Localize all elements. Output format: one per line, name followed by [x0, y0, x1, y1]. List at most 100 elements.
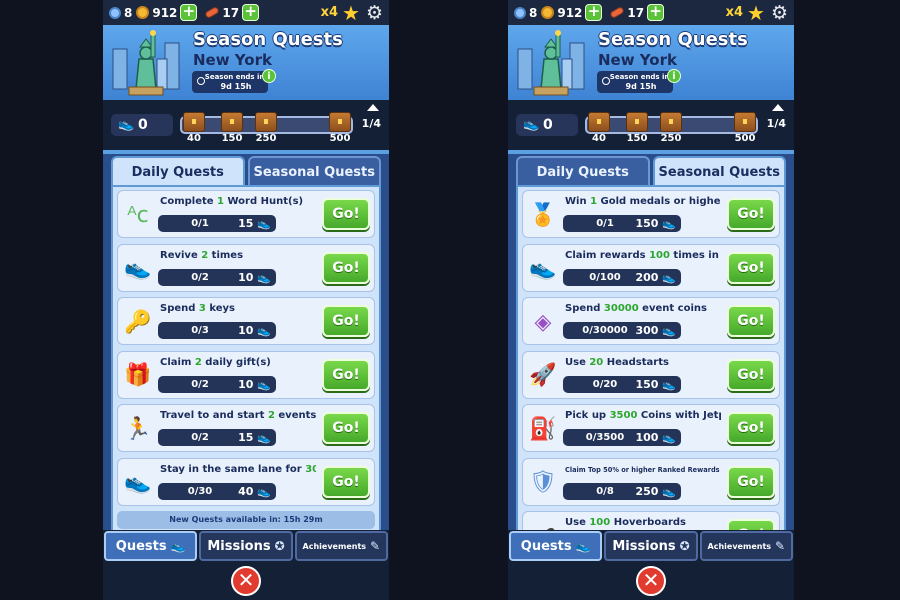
go-button[interactable]: Go! [322, 251, 370, 284]
tab-missions[interactable]: Missions ✪ [604, 531, 698, 561]
boot-icon: 👟 [170, 539, 186, 553]
milestone-label: 40 [187, 133, 201, 144]
gear-icon[interactable]: ⚙ [771, 3, 788, 22]
quest-tabs: Daily Quests Seasonal Quests [111, 156, 381, 186]
quest-target: 1 [590, 196, 598, 207]
quest-reward: 250 👟 [635, 483, 676, 500]
go-button[interactable]: Go! [322, 465, 370, 498]
quest-reward-value: 15 [238, 217, 254, 230]
quest-progress: 0/8 [596, 485, 614, 497]
quest-target: 1 [217, 196, 225, 207]
quest-list[interactable]: ᴬᴄ Complete 1 Word Hunt(s) 0/1 15 👟 Go! … [111, 185, 381, 530]
quest-row: 👟 Revive 2 times 0/2 10 👟 Go! [117, 243, 375, 292]
add-hoverboards-button[interactable]: + [647, 4, 665, 21]
chest-icon[interactable] [255, 112, 277, 132]
boot-icon: 👟 [662, 217, 676, 230]
quest-progress: 0/2 [191, 271, 209, 283]
chest-icon[interactable] [660, 112, 682, 132]
go-button[interactable]: Go! [727, 198, 775, 230]
go-button[interactable]: Go! [727, 358, 775, 391]
quest-title-text: Claim rewards [565, 249, 650, 261]
star-icon[interactable]: ★ [342, 3, 360, 23]
star-icon[interactable]: ★ [747, 3, 765, 23]
statue-of-liberty-icon [112, 30, 180, 96]
coins-count: 912 [557, 5, 583, 20]
go-button[interactable]: Go! [322, 412, 370, 444]
tab-daily-quests[interactable]: Daily Quests [111, 156, 245, 186]
go-button[interactable]: Go! [322, 358, 370, 391]
add-coins-button[interactable]: + [180, 4, 198, 21]
quest-reward: 15 👟 [238, 215, 271, 232]
go-button[interactable]: Go! [322, 305, 370, 337]
status-bar: 8 912 + 17 + x4 ★ ⚙ [508, 0, 794, 25]
quest-title: Complete 1 Word Hunt(s) [160, 196, 316, 207]
gear-icon[interactable]: ⚙ [366, 3, 383, 22]
close-button[interactable]: ✕ [636, 566, 666, 596]
scroll-up-arrow-icon[interactable] [772, 104, 784, 111]
tab-achievements[interactable]: Achievements ✎ [699, 531, 793, 561]
tab-seasonal-quests[interactable]: Seasonal Quests [247, 156, 381, 186]
page-title: Season Quests [193, 29, 343, 50]
tab-missions-label: Missions [612, 538, 676, 554]
season-header: Season Quests New York Season ends in: 9… [103, 25, 389, 100]
quest-title: Stay in the same lane for 30 seconds [160, 464, 316, 475]
tab-quests[interactable]: Quests 👟 [104, 531, 198, 561]
tab-missions[interactable]: Missions ✪ [199, 531, 293, 561]
quest-row: 🛹 Use 100 Hoverboards 👟 Go! [522, 511, 780, 530]
tab-daily-quests[interactable]: Daily Quests [516, 156, 650, 186]
boot-icon: 👟 [662, 324, 676, 337]
status-bar: 8 912 + 17 + x4 ★ ⚙ [103, 0, 389, 25]
quest-target: 3 [198, 303, 206, 314]
tab-achievements[interactable]: Achievements ✎ [294, 531, 388, 561]
tab-achievements-label: Achievements [302, 541, 367, 551]
quest-title-text: Complete [160, 196, 218, 207]
quest-progress-bar: 0/30 40 👟 [158, 482, 276, 500]
quest-reward: 15 👟 [238, 429, 271, 446]
quest-title: Use 20 Headstarts [565, 357, 721, 368]
season-ends-label: Season ends in: [204, 73, 268, 81]
key-icon: 🔑 [124, 309, 152, 335]
chest-icon[interactable] [183, 112, 205, 132]
tab-seasonal-quests[interactable]: Seasonal Quests [652, 156, 786, 186]
boot-icon: 👟 [257, 431, 271, 444]
season-ends-label: Season ends in: [609, 73, 673, 81]
quest-list[interactable]: 🏅 Win 1 Gold medals or higher in Top Run… [516, 185, 786, 530]
go-button[interactable]: Go! [727, 305, 775, 337]
phone-screen-seasonal: 8 912 + 17 + x4 ★ ⚙ Season Quests New Yo… [508, 0, 794, 600]
quest-reward-value: 150 [635, 217, 659, 230]
quest-title-text: event coins [638, 303, 707, 314]
quest-title: Spend 30000 event coins [565, 303, 721, 314]
add-coins-button[interactable]: + [585, 4, 603, 21]
go-button[interactable]: Go! [727, 251, 775, 284]
quest-progress-bar: 0/2 15 👟 [158, 429, 276, 446]
quest-reward: 300 👟 [635, 322, 676, 339]
go-button[interactable]: Go! [727, 465, 775, 498]
info-icon[interactable]: i [667, 69, 681, 83]
chest-icon[interactable] [329, 112, 351, 132]
chest-icon[interactable] [588, 112, 610, 132]
quest-reward-value: 10 [238, 377, 254, 391]
quest-progress: 0/20 [592, 378, 618, 390]
quest-title-text: Stay in the same lane for [160, 463, 306, 475]
hoverboard-icon [609, 5, 626, 20]
go-button[interactable]: Go! [727, 519, 775, 530]
chest-icon[interactable] [626, 112, 648, 132]
close-button[interactable]: ✕ [231, 566, 261, 596]
boot-icon: 👟 [257, 324, 271, 337]
info-icon[interactable]: i [262, 69, 276, 83]
chest-icon[interactable] [734, 112, 756, 132]
quest-progress-bar: 0/1 150 👟 [563, 215, 681, 232]
boot-icon: 👟 [257, 484, 271, 498]
go-button[interactable]: Go! [322, 198, 370, 230]
tab-quests[interactable]: Quests 👟 [509, 531, 603, 561]
go-button[interactable]: Go! [727, 412, 775, 444]
chest-icon[interactable] [221, 112, 243, 132]
quest-title: Claim 2 daily gift(s) [160, 357, 316, 368]
add-hoverboards-button[interactable]: + [242, 4, 260, 21]
star-badge-icon: ✪ [679, 539, 690, 553]
quest-progress: 0/2 [191, 432, 209, 443]
scroll-up-arrow-icon[interactable] [367, 104, 379, 111]
season-location: New York [193, 51, 272, 69]
quest-title: Claim Top 50% or higher Ranked Rewards 8… [565, 466, 721, 474]
quest-reward-value: 40 [238, 484, 254, 498]
